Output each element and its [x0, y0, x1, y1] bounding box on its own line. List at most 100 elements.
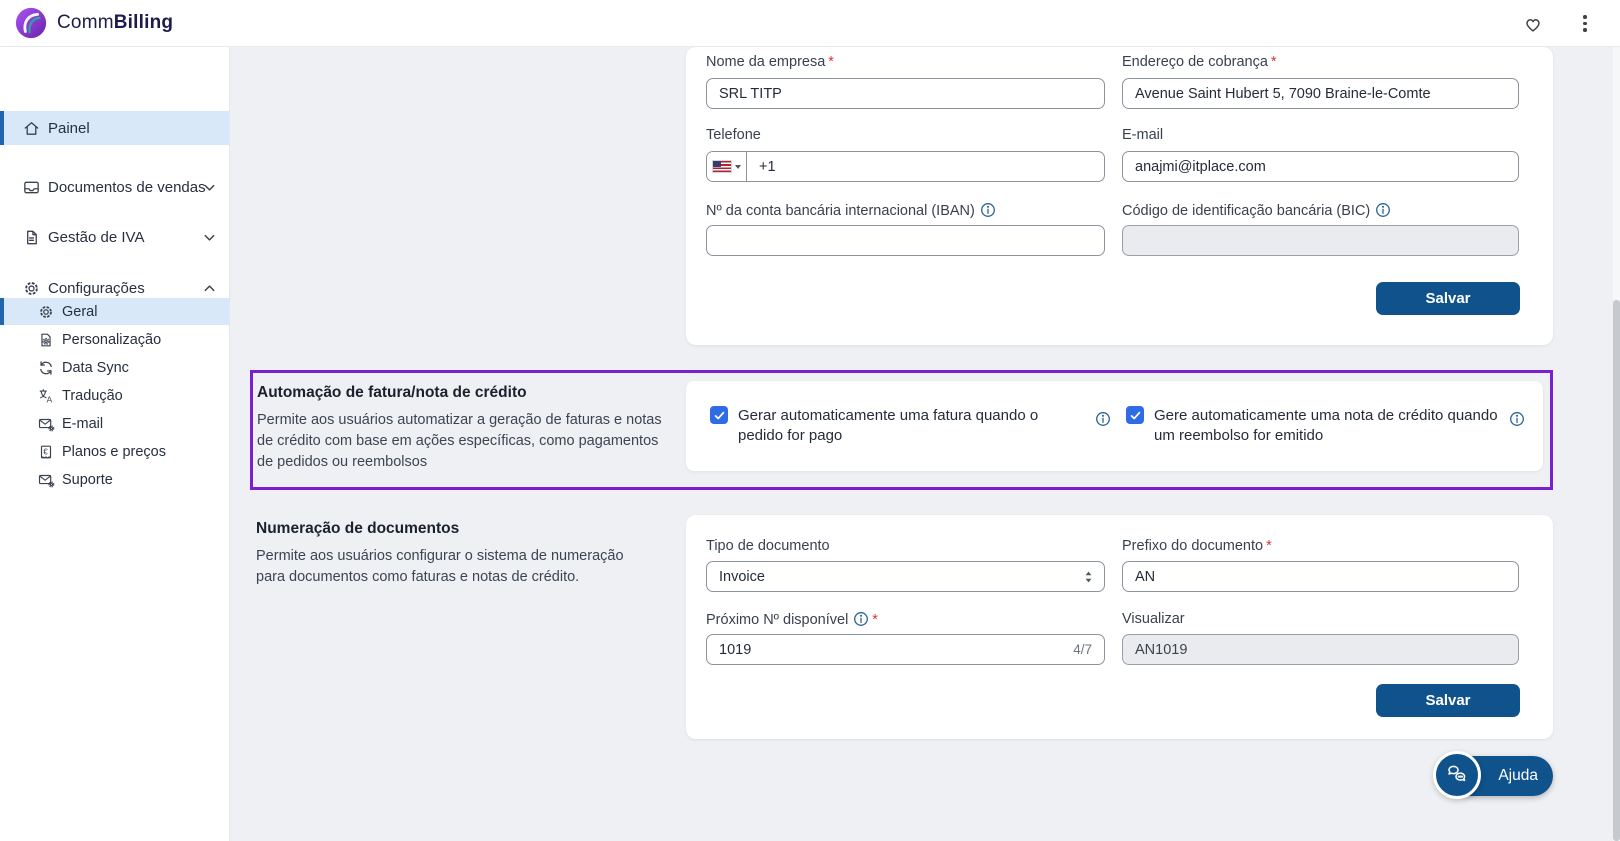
chat-icon — [1433, 751, 1481, 799]
svg-text:€: € — [43, 447, 48, 456]
char-counter: 4/7 — [1073, 642, 1092, 657]
sidebar-subitem-label: Suporte — [62, 471, 113, 488]
translate-icon: A — [37, 387, 55, 405]
help-label: Ajuda — [1498, 767, 1538, 784]
bic-label: Código de identificação bancária (BIC) — [1122, 202, 1391, 219]
company-name-input[interactable] — [706, 78, 1105, 109]
next-number-label: Próximo Nº disponível * — [706, 611, 878, 628]
sidebar-item-label: Painel — [48, 119, 90, 137]
info-icon[interactable] — [1095, 411, 1111, 427]
auto-invoice-checkbox[interactable] — [710, 406, 728, 424]
sidebar-item-gestao-de-iva[interactable]: Gestão de IVA — [0, 220, 230, 254]
chevron-down-icon — [202, 230, 217, 245]
doc-type-select[interactable]: Invoice — [706, 561, 1105, 592]
heart-icon[interactable] — [1520, 11, 1546, 37]
chevron-down-icon — [202, 180, 217, 195]
info-icon[interactable] — [1375, 202, 1391, 218]
document-icon — [22, 228, 41, 247]
sidebar-subitem-label: E-mail — [62, 415, 104, 432]
auto-credit-note-checkbox-label[interactable]: Gere automaticamente uma nota de crédito… — [1154, 406, 1499, 446]
info-icon[interactable] — [853, 611, 869, 627]
mail-gear-icon — [37, 415, 55, 433]
billing-address-label: Endereço de cobrança * — [1122, 54, 1277, 70]
sidebar-subitem-label: Data Sync — [62, 359, 129, 376]
top-header: CommBilling — [0, 0, 1620, 47]
brand-logo[interactable]: CommBilling — [14, 6, 173, 40]
sidebar-subitem-label: Tradução — [62, 387, 123, 404]
automation-highlight-box: Automação de fatura/nota de crédito Perm… — [250, 370, 1553, 490]
sidebar-subitem-data-sync[interactable]: Data Sync — [0, 354, 230, 381]
phone-input-group — [706, 151, 1105, 182]
doc-type-value: Invoice — [719, 568, 765, 585]
preview-input — [1122, 634, 1519, 665]
iban-label: Nº da conta bancária internacional (IBAN… — [706, 202, 996, 219]
next-number-input-group: 4/7 — [706, 634, 1105, 665]
automation-panel: Gerar automaticamente uma fatura quando … — [686, 381, 1543, 471]
sidebar-subitem-personalizacao[interactable]: Personalização — [0, 326, 230, 353]
numbering-section-title: Numeração de documentos — [256, 520, 460, 537]
scrollbar-track[interactable] — [1613, 47, 1620, 841]
billing-address-input[interactable] — [1122, 78, 1519, 109]
sidebar-subitem-label: Geral — [62, 303, 98, 320]
preview-label: Visualizar — [1122, 611, 1185, 627]
sidebar-item-label: Configurações — [48, 279, 145, 297]
sync-icon — [37, 359, 55, 377]
phone-input[interactable] — [747, 152, 1104, 181]
doc-prefix-input[interactable] — [1122, 561, 1519, 592]
receipt-euro-icon: € — [37, 443, 55, 461]
auto-credit-note-checkbox[interactable] — [1126, 406, 1144, 424]
sidebar-subitem-traducao[interactable]: A Tradução — [0, 382, 230, 409]
auto-invoice-checkbox-group: Gerar automaticamente uma fatura quando … — [710, 406, 1092, 446]
sidebar-item-documentos-de-vendas[interactable]: Documentos de vendas — [0, 170, 230, 204]
svg-text:A: A — [46, 394, 52, 404]
main-content: Nome da empresa* Endereço de cobrança* T… — [230, 47, 1620, 841]
email-label: E-mail — [1122, 127, 1164, 143]
sidebar-item-label: Gestão de IVA — [48, 228, 145, 246]
bic-input — [1122, 225, 1519, 256]
save-button[interactable]: Salvar — [1376, 684, 1520, 717]
sidebar-subitem-geral[interactable]: Geral — [0, 298, 230, 325]
save-button[interactable]: Salvar — [1376, 282, 1520, 315]
brand-name: CommBilling — [57, 12, 174, 33]
next-number-input[interactable] — [707, 635, 1074, 664]
company-name-label: Nome da empresa * — [706, 54, 834, 70]
mail-gear-icon — [37, 471, 55, 489]
sidebar-subitem-planos-e-precos[interactable]: € Planos e preços — [0, 438, 230, 465]
country-flag-dropdown[interactable] — [707, 152, 747, 181]
document-gear-icon — [37, 331, 55, 349]
sidebar-subitem-label: Personalização — [62, 331, 162, 348]
sidebar-subitem-label: Planos e preços — [62, 443, 166, 460]
automation-section-title: Automação de fatura/nota de crédito — [257, 384, 527, 401]
gear-icon — [22, 279, 41, 298]
numbering-card: Tipo de documento Invoice Prefixo do doc… — [686, 515, 1553, 739]
info-icon[interactable] — [980, 202, 996, 218]
doc-type-label: Tipo de documento — [706, 538, 830, 554]
email-input[interactable] — [1122, 151, 1519, 182]
sidebar-item-painel[interactable]: Painel — [0, 111, 230, 145]
sidebar-item-label: Documentos de vendas — [48, 178, 206, 196]
sidebar-subitem-email[interactable]: E-mail — [0, 410, 230, 437]
select-arrows-icon — [1083, 568, 1094, 586]
automation-section-description: Permite aos usuários automatizar a geraç… — [257, 412, 662, 470]
home-icon — [22, 119, 41, 138]
chevron-up-icon — [202, 281, 217, 296]
numbering-section-description: Permite aos usuários configurar o sistem… — [256, 548, 624, 585]
phone-label: Telefone — [706, 127, 761, 143]
caret-down-icon — [734, 164, 741, 169]
kebab-menu-icon[interactable] — [1572, 11, 1598, 37]
auto-credit-note-checkbox-group: Gere automaticamente uma nota de crédito… — [1126, 406, 1506, 446]
brand-mark-icon — [14, 6, 48, 40]
inbox-icon — [22, 178, 41, 197]
auto-invoice-checkbox-label[interactable]: Gerar automaticamente uma fatura quando … — [738, 406, 1083, 446]
sidebar-subitem-suporte[interactable]: Suporte — [0, 466, 230, 493]
sidebar: Painel Documentos de vendas Gestão de IV… — [0, 47, 230, 841]
doc-prefix-label: Prefixo do documento * — [1122, 538, 1272, 554]
help-button[interactable]: Ajuda — [1433, 751, 1553, 799]
us-flag-icon — [711, 160, 732, 173]
app-root: CommBilling Painel Documentos de vendas … — [0, 0, 1620, 841]
info-icon[interactable] — [1509, 411, 1525, 427]
scrollbar-thumb[interactable] — [1613, 300, 1620, 841]
gear-icon — [37, 303, 55, 321]
iban-input[interactable] — [706, 225, 1105, 256]
company-info-card: Nome da empresa* Endereço de cobrança* T… — [686, 47, 1553, 345]
